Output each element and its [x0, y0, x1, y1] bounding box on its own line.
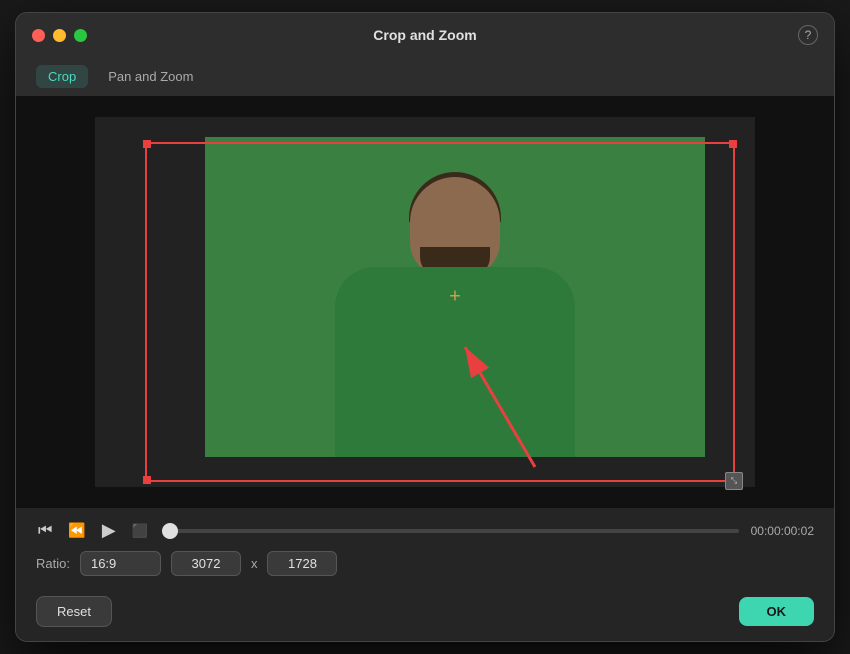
traffic-lights [32, 29, 87, 42]
footer-row: Reset OK [16, 586, 834, 641]
video-frame: ⤡ + [95, 117, 755, 487]
stop-button[interactable]: ⬛ [130, 521, 150, 541]
controls-bar: ⏮ ⏪ ▶ ⬛ 00:00:00:02 Ratio: 16:9 4:3 1:1 … [16, 508, 834, 586]
title-bar: Crop and Zoom ? [16, 13, 834, 57]
dimension-separator: x [251, 556, 258, 571]
timeline-track[interactable] [162, 529, 739, 533]
ok-button[interactable]: OK [739, 597, 815, 626]
minimize-button[interactable] [53, 29, 66, 42]
annotation-arrow [435, 327, 555, 477]
height-input[interactable] [267, 551, 337, 576]
person-head [410, 177, 500, 277]
maximize-button[interactable] [74, 29, 87, 42]
help-button[interactable]: ? [798, 25, 818, 45]
close-button[interactable] [32, 29, 45, 42]
ratio-row: Ratio: 16:9 4:3 1:1 9:16 Custom x [36, 551, 814, 576]
play-button[interactable]: ▶ [100, 518, 118, 543]
time-display: 00:00:00:02 [751, 524, 814, 538]
width-input[interactable] [171, 551, 241, 576]
tabs-row: Crop Pan and Zoom [16, 57, 834, 96]
rewind-button[interactable]: ⏮ [36, 520, 54, 542]
crosshair-icon: + [449, 286, 461, 309]
tab-crop[interactable]: Crop [36, 65, 88, 88]
dialog-title: Crop and Zoom [373, 27, 476, 43]
step-back-button[interactable]: ⏪ [66, 520, 87, 541]
playback-controls: ⏮ ⏪ ▶ ⬛ 00:00:00:02 [36, 518, 814, 543]
crop-zoom-dialog: Crop and Zoom ? Crop Pan and Zoom ⤡ [15, 12, 835, 642]
ratio-label: Ratio: [36, 556, 70, 571]
ratio-select[interactable]: 16:9 4:3 1:1 9:16 Custom [80, 551, 161, 576]
timeline-thumb[interactable] [162, 523, 178, 539]
reset-button[interactable]: Reset [36, 596, 112, 627]
tab-pan-zoom[interactable]: Pan and Zoom [96, 65, 205, 88]
video-area: ⤡ + [16, 96, 834, 508]
